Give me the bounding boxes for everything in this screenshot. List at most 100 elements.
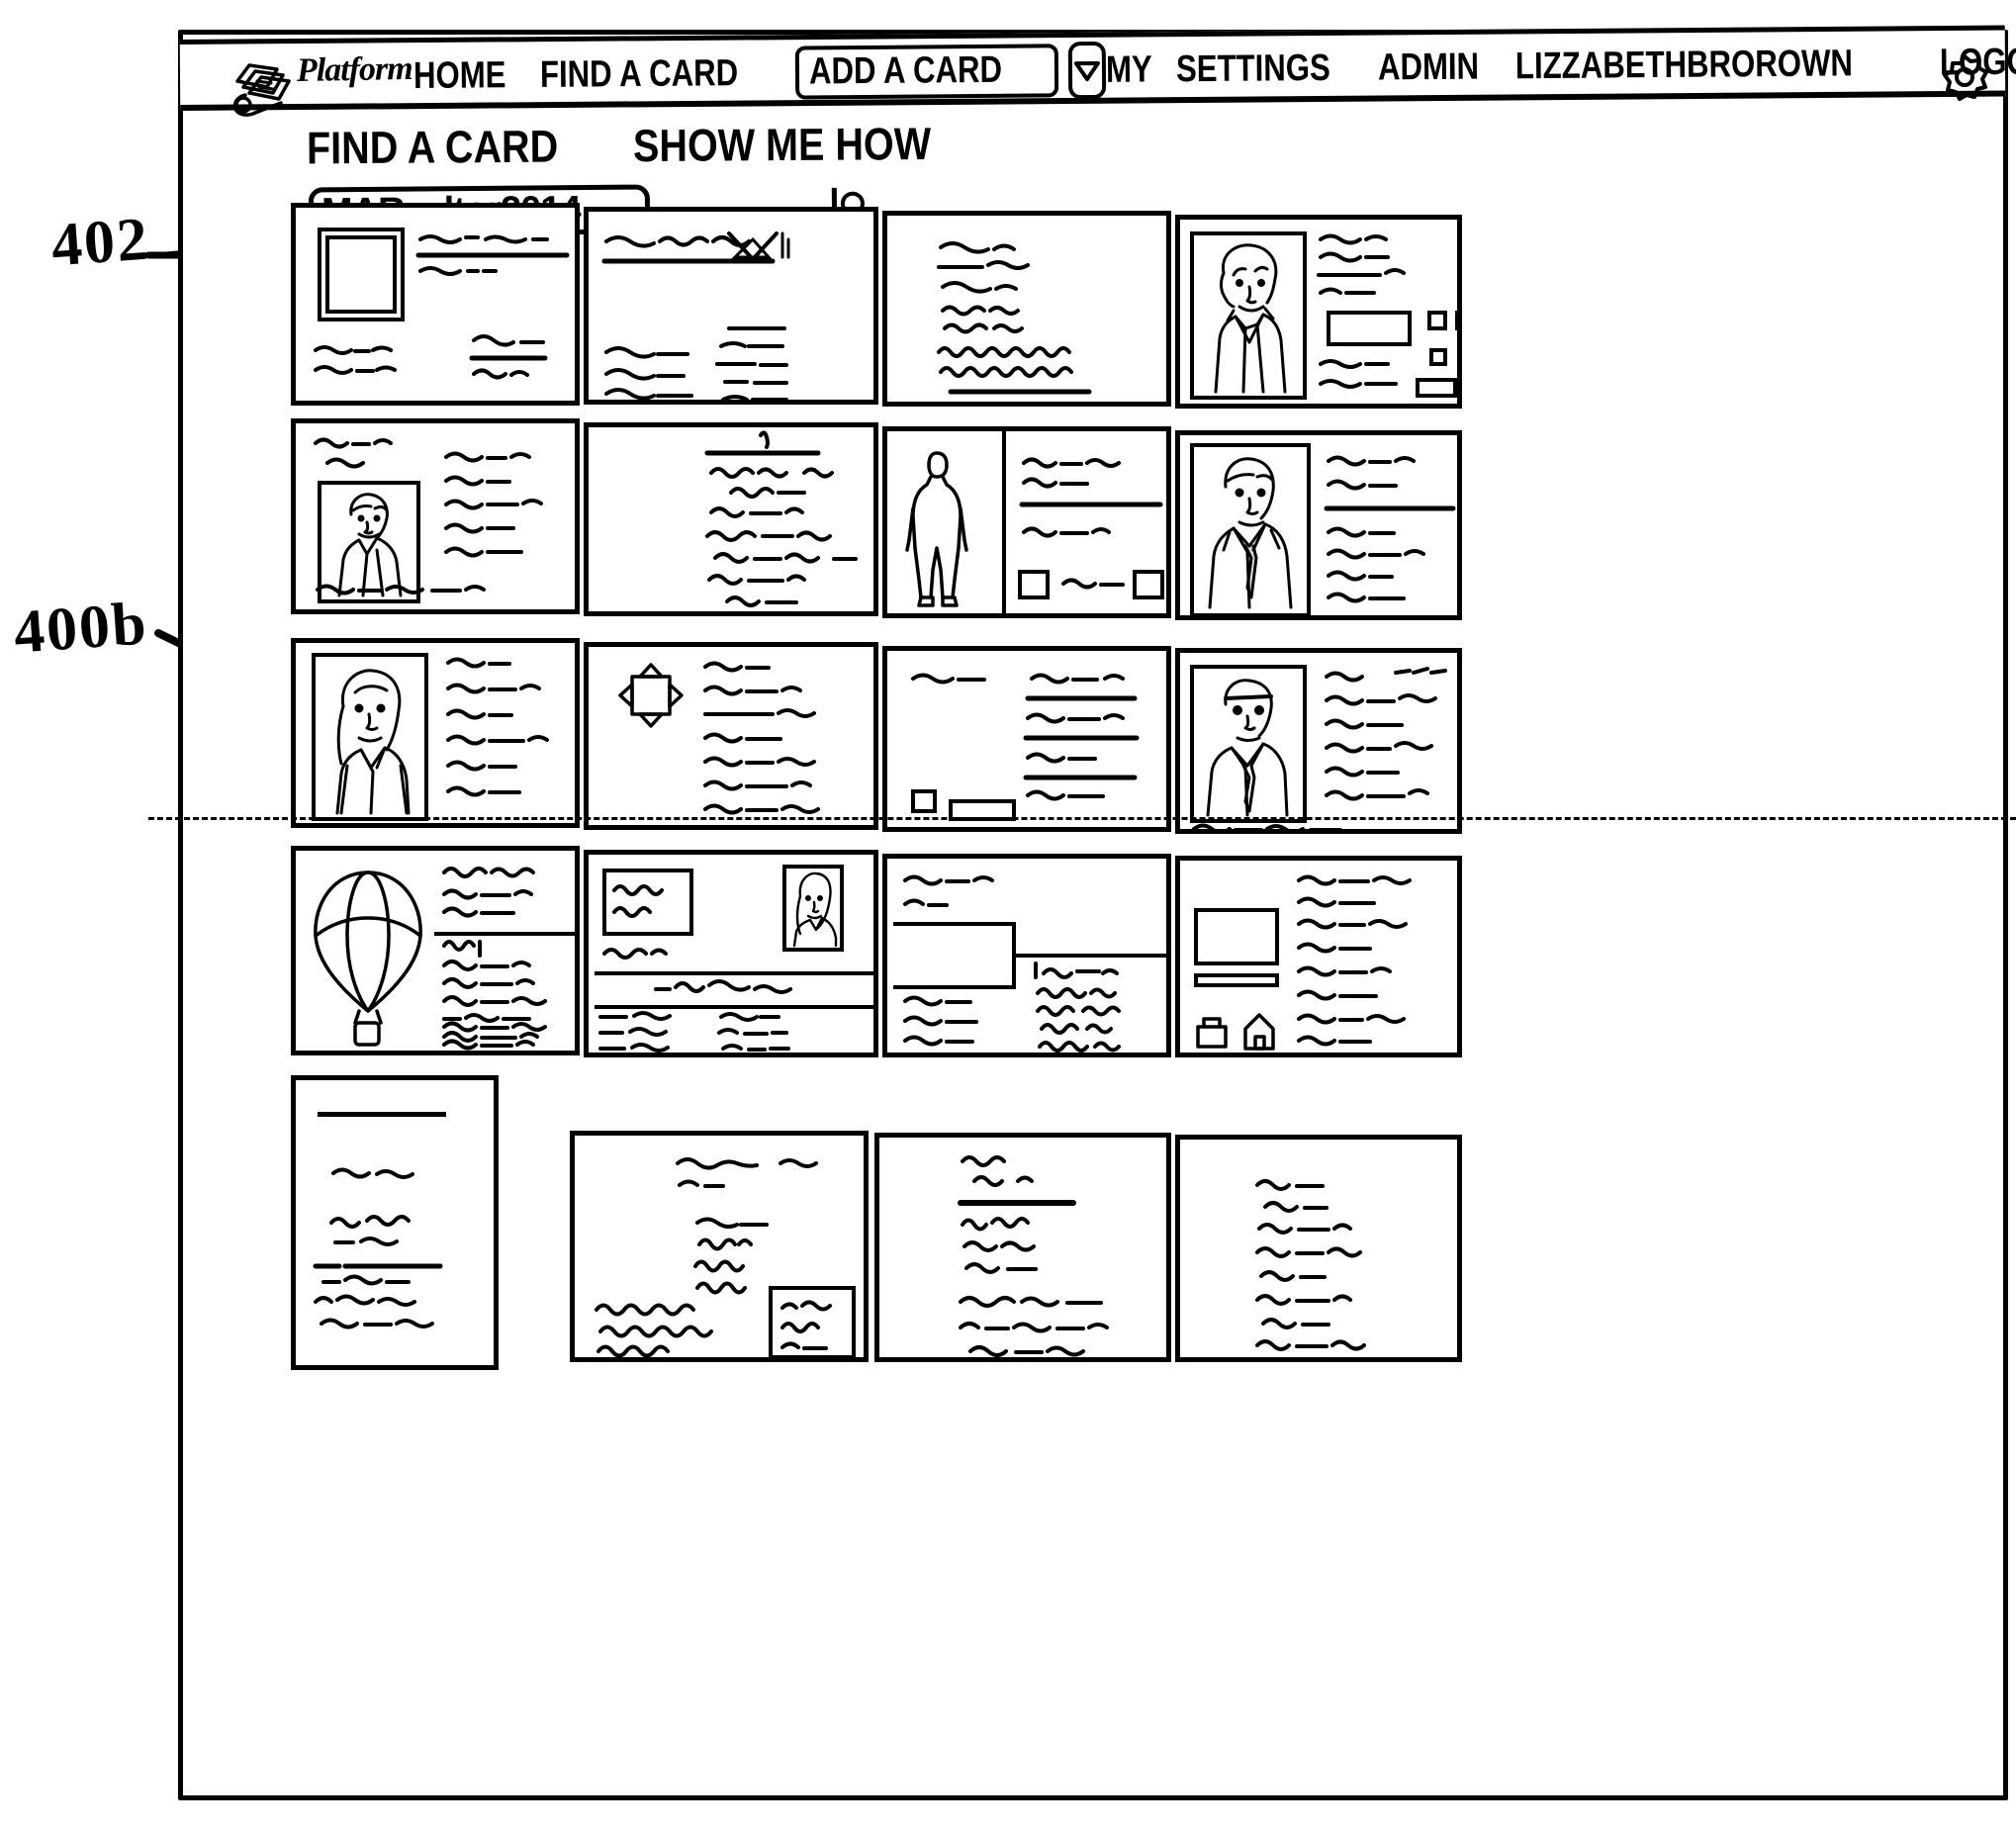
brand-logo-text: Platform [296,49,412,90]
card-text-lines [1324,455,1456,511]
card-divider [595,1005,873,1009]
house-and-printer-icons [1194,1009,1283,1053]
card-text-lines-bottom [316,584,486,595]
table-row[interactable] [882,646,1171,832]
card-text-lines-left [314,345,397,375]
diamond-logo-mark [616,661,686,735]
nav-add-a-card-label: ADD A CARD [808,48,1003,93]
table-row[interactable] [584,207,878,405]
card-text-lines [601,231,790,400]
card-text-lines [314,437,393,469]
hot-air-balloon [304,865,432,1051]
card-step-divider-vert [1012,922,1016,956]
card-text-lines-top [602,948,668,960]
table-row[interactable] [291,1075,499,1370]
nav-my[interactable]: MY [1106,48,1152,90]
page-title-text: FIND A CARD [306,120,559,174]
table-row[interactable] [291,638,580,828]
card-text-lines-right [444,451,543,558]
card-top-rule [318,1112,446,1117]
portrait-man-tie [1190,665,1307,823]
card-text-lines-mid [654,979,792,994]
table-row[interactable] [882,426,1171,618]
card-text-lines [911,673,1140,801]
card-text-lines [703,661,820,815]
table-row[interactable] [584,850,878,1057]
card-detail-box [1416,378,1457,398]
inset-text-box [602,869,693,936]
card-text-lines [446,657,549,797]
card-text-lines-top [442,867,535,918]
figure-cut-line [148,817,2016,820]
card-detail-box [911,789,937,813]
card-detail-box [1018,570,1050,599]
full-body-figure [905,451,968,607]
nav-add-a-card[interactable]: ADD A CARD [794,44,1059,100]
nav-settings[interactable]: SETTINGS [1176,47,1330,90]
card-text-lines-bottom [1327,526,1425,603]
card-text-lines [937,241,1092,395]
full-body-figure-pane [887,431,1006,613]
table-row[interactable] [874,1133,1171,1362]
card-results-grid [285,203,1468,1776]
inset-detail-box [769,1286,856,1357]
card-text-lines-bottom [1192,823,1342,829]
table-row[interactable] [584,642,878,830]
table-row[interactable] [1175,648,1462,834]
card-detail-box [1429,348,1447,366]
nav-username[interactable]: LIZZABETHBROROWN [1514,43,1852,87]
card-text-lines [1325,667,1447,801]
table-row[interactable] [570,1131,869,1362]
card-step-divider-vert2 [1012,954,1016,989]
table-row[interactable] [1175,856,1462,1057]
keyboard-icon [1194,973,1279,987]
table-row[interactable] [882,211,1171,407]
card-text-lines [1019,457,1163,507]
ref-numeral-400b: 400b [11,590,150,667]
table-row[interactable] [1175,215,1462,409]
card-text-lines [1297,874,1412,1047]
table-row[interactable] [1175,430,1462,620]
table-row[interactable] [291,418,580,614]
card-step-divider3 [893,985,1016,989]
portrait-woman-small [782,865,844,952]
card-detail-box [1133,570,1164,599]
card-text-lines [1317,233,1406,295]
portrait-suit-tie [1190,443,1311,615]
nav-find-a-card[interactable]: FIND A CARD [540,52,739,96]
card-step-divider [1012,954,1166,958]
card-text-lines [1255,1179,1366,1351]
card-divider [595,971,873,975]
rolodex-card-file-icon[interactable] [220,47,299,127]
gear-icon[interactable] [1939,51,1990,108]
page-heading-row: FIND A CARD SHOW ME HOW [307,117,979,175]
show-me-how-link[interactable]: SHOW ME HOW [632,117,978,172]
monitor-icon [1194,908,1279,965]
chevron-down-icon[interactable] [1067,41,1107,100]
card-text-lines-mid [1022,526,1111,538]
card-detail-box [1327,311,1412,346]
table-row[interactable] [291,846,580,1055]
table-row[interactable] [291,203,580,406]
show-me-how-label: SHOW ME HOW [632,117,931,172]
card-text-lines [704,430,858,607]
nav-home[interactable]: HOME [413,54,506,97]
ref-numeral-402: 402 [48,205,152,280]
table-row[interactable] [1175,1135,1462,1362]
card-detail-box [1455,311,1457,330]
page-title: FIND A CARD [307,119,599,174]
table-row[interactable] [584,422,878,616]
card-text-lines [313,1167,443,1329]
empty-photo-placeholder [318,228,405,321]
card-text-lines [415,234,570,380]
portrait-curly-hair [1190,231,1307,400]
nav-admin[interactable]: ADMIN [1378,46,1479,89]
card-text-lines-bottom [1061,578,1125,590]
card-text-lines-right [1034,962,1121,1053]
card-text-lines-bottom [1319,359,1398,389]
card-text-lines-bottom [442,1021,547,1051]
table-row[interactable] [882,854,1171,1057]
card-text-lines [958,1155,1109,1357]
card-detail-box [1427,311,1447,330]
card-text-lines-top [903,874,994,907]
